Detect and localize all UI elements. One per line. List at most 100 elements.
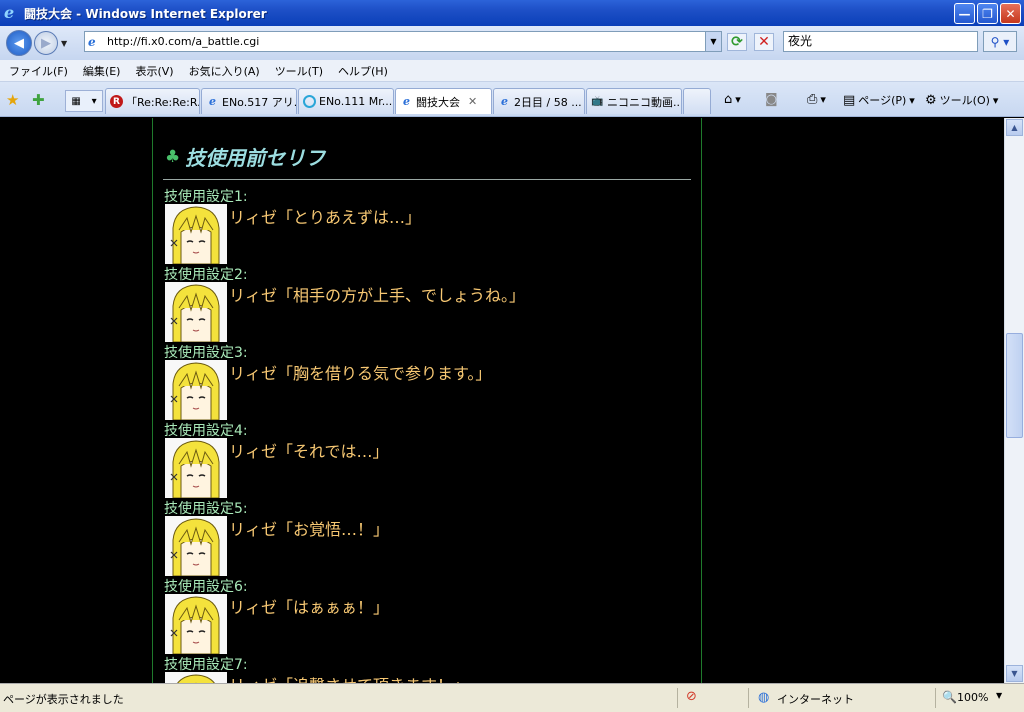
add-favorite-icon[interactable]: ✚ — [32, 91, 45, 109]
tv-icon: 📺 — [591, 96, 604, 107]
url-text[interactable]: http://fi.x0.com/a_battle.cgi — [107, 35, 259, 48]
close-button[interactable]: ✕ — [1000, 3, 1021, 24]
speech-line: リィゼ「追撃させて頂きます！」 — [229, 672, 469, 683]
address-toolbar: ◀ ▶ ▼ e http://fi.x0.com/a_battle.cgi ▼ … — [0, 26, 1024, 60]
skill-setting-label: 技使用設定5: — [164, 501, 248, 517]
search-input[interactable]: 夜光 — [783, 31, 978, 52]
refresh-button[interactable]: ⟳ — [727, 33, 747, 51]
rss-feed-icon: ◙ — [765, 92, 778, 107]
forward-button[interactable]: ▶ — [34, 31, 58, 55]
speech-line: リィゼ「それでは…」 — [229, 442, 389, 461]
menu-edit[interactable]: 編集(E) — [83, 63, 121, 79]
menu-file[interactable]: ファイル(F) — [9, 63, 68, 79]
protected-mode-icon[interactable]: ⊘ — [686, 689, 697, 704]
search-button[interactable]: ⚲ ▾ — [983, 31, 1017, 52]
page-menu-icon: ▤ — [843, 92, 856, 108]
zone-text: インターネット — [777, 693, 854, 706]
tab-label: ENo.111 Mr.... — [319, 95, 394, 108]
printer-icon: ⎙ — [807, 92, 818, 107]
quick-tabs-icon: ▦ — [71, 95, 81, 107]
ie-page-icon: e — [403, 95, 410, 108]
tab-1[interactable]: R 「Re:Re:Re:R... — [105, 88, 200, 114]
section-divider — [163, 179, 691, 180]
menu-help[interactable]: ヘルプ(H) — [338, 63, 388, 79]
scroll-down-button[interactable]: ▼ — [1006, 665, 1023, 682]
speech-entry: 技使用設定7:リィゼ「追撃させて頂きます！」 — [164, 654, 684, 683]
search-icon: ⚲ ▾ — [990, 34, 1010, 49]
home-icon: ⌂ — [724, 92, 733, 107]
speech-entry: 技使用設定6: リィゼ「はぁぁぁ！」 — [164, 576, 684, 654]
tab-3[interactable]: ENo.111 Mr.... — [298, 88, 394, 114]
zoom-level[interactable]: 100% — [957, 691, 988, 704]
skill-setting-label: 技使用設定6: — [164, 579, 248, 595]
globe-icon: ◍ — [758, 690, 770, 705]
status-divider — [748, 688, 749, 708]
speech-entry: 技使用設定1: リィゼ「とりあえずは…」 — [164, 186, 684, 264]
circle-site-icon — [303, 95, 316, 108]
back-button[interactable]: ◀ — [6, 30, 32, 56]
status-divider — [935, 688, 936, 708]
print-button[interactable]: ⎙ ▾ — [807, 92, 826, 107]
menu-favorites[interactable]: お気に入り(A) — [189, 63, 260, 79]
menu-bar: ファイル(F) 編集(E) 表示(V) お気に入り(A) ツール(T) ヘルプ(… — [0, 60, 1024, 82]
tab-close-icon[interactable]: ✕ — [468, 95, 477, 108]
speech-line: リィゼ「胸を借りる気で参ります。」 — [229, 364, 492, 383]
speech-entry: 技使用設定2: リィゼ「相手の方が上手、でしょうね。」 — [164, 264, 684, 342]
scroll-thumb[interactable] — [1006, 333, 1023, 438]
restore-button[interactable]: ❐ — [977, 3, 998, 24]
zoom-icon[interactable]: 🔍 — [942, 690, 957, 704]
page-icon: e — [88, 34, 96, 49]
favorites-star-icon[interactable]: ★ — [6, 91, 19, 109]
window-title: 闘技大会 - Windows Internet Explorer — [24, 6, 267, 21]
character-avatar — [165, 204, 227, 264]
skill-setting-label: 技使用設定7: — [164, 657, 248, 673]
stop-button[interactable]: ✕ — [754, 33, 774, 51]
character-avatar — [165, 672, 227, 683]
tab-2[interactable]: e ENo.517 アリ... — [201, 88, 297, 114]
address-dropdown-icon[interactable]: ▼ — [705, 32, 721, 51]
menu-tools[interactable]: ツール(T) — [275, 63, 323, 79]
feeds-button[interactable]: ◙ — [765, 92, 778, 107]
tab-label: 闘技大会 — [416, 95, 460, 109]
tab-6[interactable]: 📺 ニコニコ動画... — [586, 88, 682, 114]
speech-line: リィゼ「とりあえずは…」 — [229, 208, 422, 227]
speech-line: リィゼ「お覚悟…！」 — [229, 520, 390, 539]
quick-tabs-button[interactable]: ▦ ▾ — [65, 90, 103, 112]
character-avatar — [165, 516, 227, 576]
ie-page-icon: e — [501, 95, 508, 108]
tab-label: ニコニコ動画... — [607, 95, 682, 109]
tab-label: ENo.517 アリ... — [222, 95, 297, 109]
tab-label: 2日目 / 58 ... — [514, 95, 582, 109]
title-bar: e 闘技大会 - Windows Internet Explorer — ❐ ✕ — [0, 0, 1024, 26]
new-tab-button[interactable] — [683, 88, 711, 114]
speech-line: リィゼ「はぁぁぁ！」 — [229, 598, 390, 617]
vertical-scrollbar[interactable]: ▲ ▼ — [1004, 118, 1024, 683]
gear-icon: ⚙ — [925, 92, 937, 108]
history-dropdown-icon[interactable]: ▼ — [61, 39, 67, 48]
window-controls: — ❐ ✕ — [954, 3, 1021, 24]
tab-active[interactable]: e 闘技大会 ✕ — [395, 88, 492, 114]
page-menu-button[interactable]: ▤ ページ(P) ▾ — [843, 92, 915, 108]
skill-setting-label: 技使用設定2: — [164, 267, 248, 283]
home-button[interactable]: ⌂ ▾ — [724, 92, 741, 107]
tab-5[interactable]: e 2日目 / 58 ... — [493, 88, 585, 114]
minimize-button[interactable]: — — [954, 3, 975, 24]
section-title-text: 技使用前セリフ — [185, 146, 326, 170]
speech-entry: 技使用設定4: リィゼ「それでは…」 — [164, 420, 684, 498]
ie-logo-icon: e — [4, 3, 15, 22]
address-field[interactable]: e http://fi.x0.com/a_battle.cgi ▼ — [84, 31, 722, 52]
zoom-dropdown-icon[interactable]: ▼ — [996, 691, 1002, 700]
section-heading: ♣ 技使用前セリフ — [165, 142, 325, 171]
tools-menu-label: ツール(O) — [939, 94, 990, 107]
scroll-up-button[interactable]: ▲ — [1006, 119, 1023, 136]
page-menu-label: ページ(P) — [858, 94, 907, 107]
tab-list-dropdown-icon[interactable]: ▾ — [92, 96, 97, 107]
speech-entry: 技使用設定5: リィゼ「お覚悟…！」 — [164, 498, 684, 576]
content-panel: ♣ 技使用前セリフ 技使用設定1: リィゼ「とりあえずは…」技使用設定2: リィゼ「… — [152, 118, 702, 683]
menu-view[interactable]: 表示(V) — [135, 63, 173, 79]
skill-setting-label: 技使用設定3: — [164, 345, 248, 361]
rakuten-r-icon: R — [110, 95, 123, 108]
speech-line: リィゼ「相手の方が上手、でしょうね。」 — [229, 286, 526, 305]
tools-menu-button[interactable]: ⚙ ツール(O) ▾ — [925, 92, 998, 108]
tab-toolbar: ★ ✚ ▦ ▾ R 「Re:Re:Re:R... e ENo.517 アリ... … — [0, 82, 1024, 117]
